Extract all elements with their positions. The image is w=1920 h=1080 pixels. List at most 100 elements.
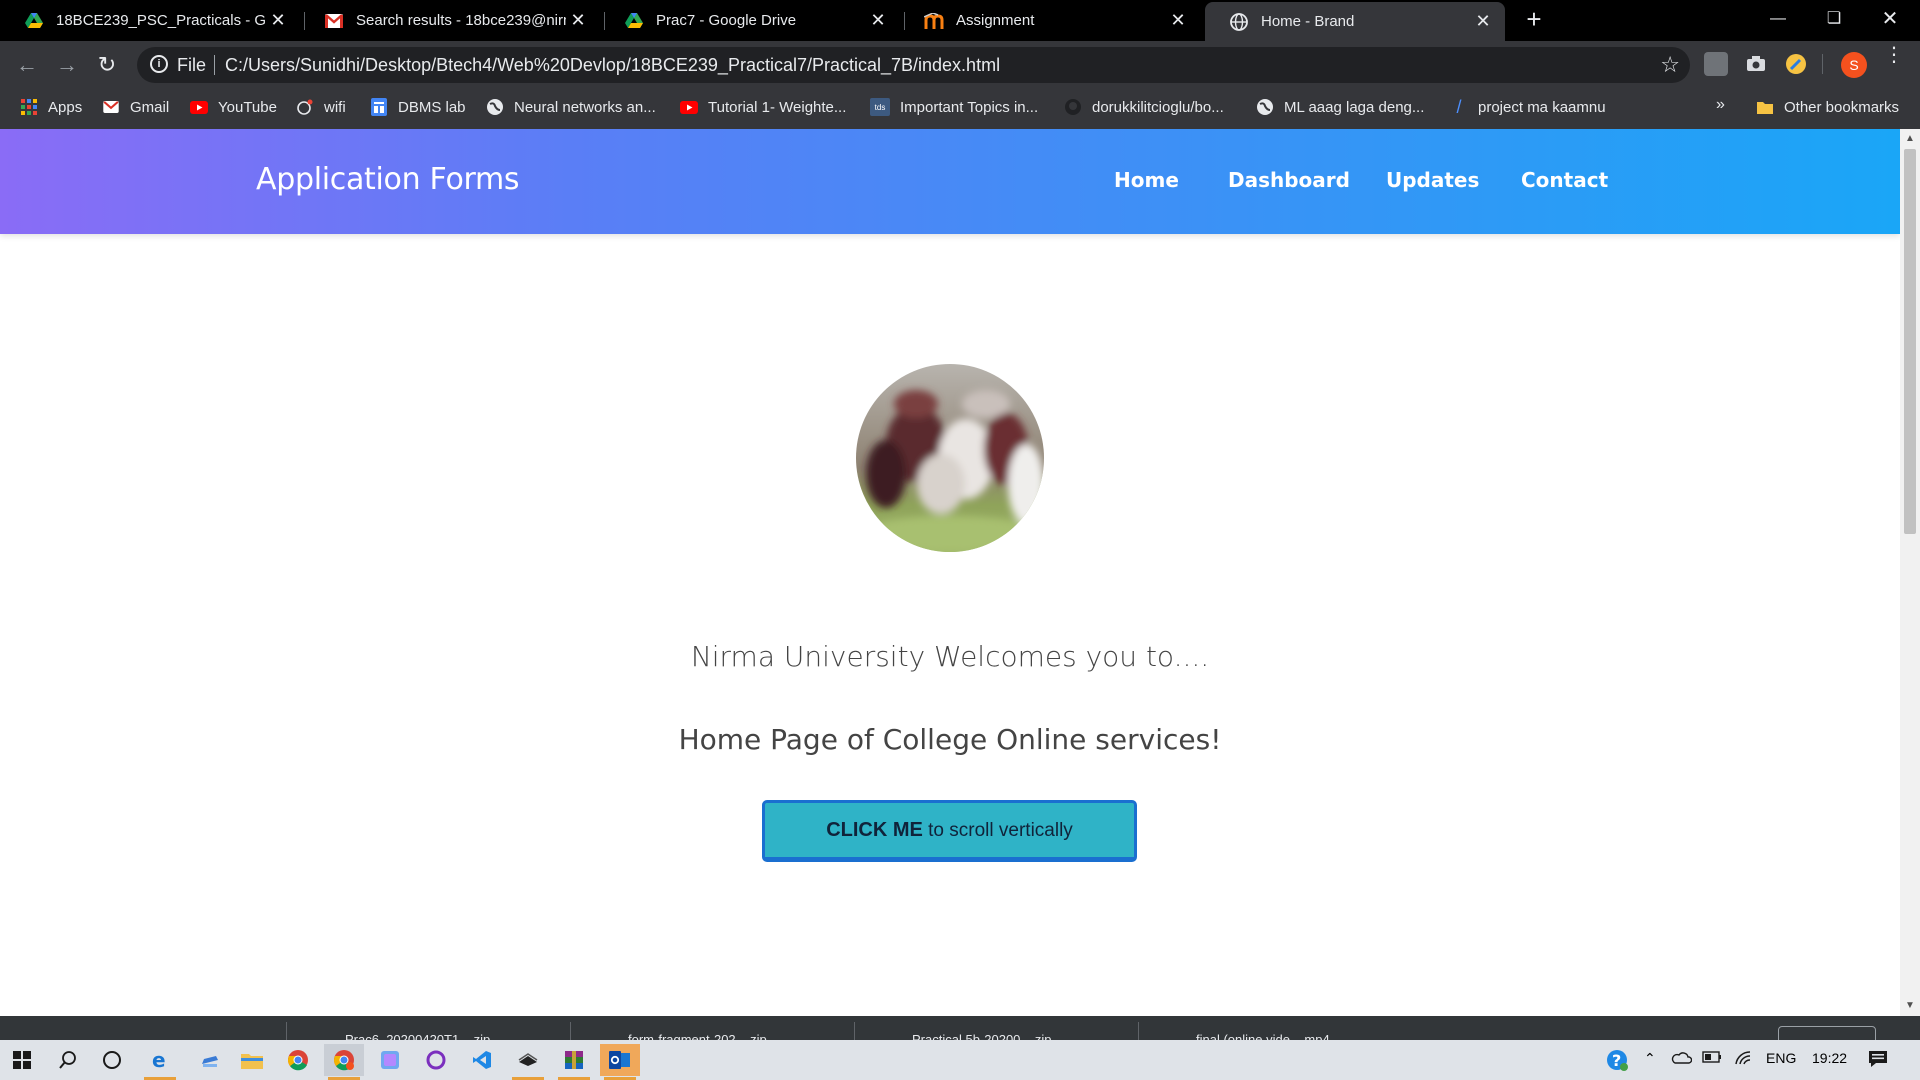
browser-tab[interactable]: Search results - 18bce239@nirma ✕ [300,0,600,41]
nav-updates[interactable]: Updates [1386,168,1479,192]
bookmark-label: Important Topics in... [900,98,1039,116]
site-brand[interactable]: Application Forms [256,162,520,197]
download-divider [286,1022,287,1040]
address-scheme-label: File [177,55,207,75]
browser-tab[interactable]: 18BCE239_PSC_Practicals - Goog ✕ [0,0,300,41]
tab-title: Search results - 18bce239@nirma [356,12,566,29]
bookmark-star-icon[interactable]: ☆ [1660,52,1680,78]
close-window-icon[interactable]: ✕ [1862,0,1918,38]
site-info-icon[interactable]: i [150,55,168,73]
search-icon[interactable] [48,1044,88,1076]
profile-avatar[interactable]: S [1841,52,1867,78]
minimize-icon[interactable]: — [1750,0,1806,38]
bookmark-github[interactable]: dorukkilitcioglu/bo... [1064,98,1224,116]
chrome-icon[interactable] [278,1044,318,1076]
windows-start-icon[interactable] [2,1044,42,1076]
clock[interactable]: 19:22 [1812,1050,1847,1066]
close-tab-icon[interactable]: ✕ [1471,11,1495,32]
bookmark-apps[interactable]: Apps [20,98,82,116]
bookmark-tutorial[interactable]: Tutorial 1- Weighte... [680,98,846,116]
globe-icon [1229,12,1249,32]
tab-title: Prac7 - Google Drive [656,12,797,29]
download-divider [854,1022,855,1040]
browser-tab-strip: 18BCE239_PSC_Practicals - Goog ✕ Search … [0,0,1920,41]
bookmark-ml[interactable]: ML aaag laga deng... [1256,98,1424,116]
show-hidden-icons-icon[interactable]: ⌃ [1644,1050,1656,1067]
browser-toolbar: ← → ↻ i File C:/Users/Sunidhi/Desktop/Bt… [0,41,1920,88]
browser-tab-active[interactable]: Home - Brand ✕ [1205,2,1505,41]
task-view-icon[interactable] [92,1044,132,1076]
nav-dashboard[interactable]: Dashboard [1228,168,1350,192]
file-explorer-icon[interactable] [232,1044,272,1076]
scrollbar-thumb[interactable] [1904,149,1916,534]
outlook-icon[interactable] [600,1044,640,1080]
svg-text:e: e [152,1049,166,1071]
cta-bold-label: CLICK ME [826,819,923,841]
welcome-text: Nirma University Welcomes you to.... [690,640,1210,673]
chrome-profile-icon[interactable] [324,1044,364,1080]
cta-label: to scroll vertically [922,820,1073,841]
wifi-icon[interactable] [1734,1050,1754,1069]
app-icon[interactable] [370,1044,410,1076]
browser-tab[interactable]: Prac7 - Google Drive ✕ [600,0,900,41]
new-tab-icon[interactable]: + [1520,6,1548,34]
extension-icon[interactable] [1704,52,1728,76]
other-bookmarks[interactable]: Other bookmarks [1756,98,1899,116]
bookmark-neural-networks[interactable]: Neural networks an... [486,98,656,116]
battery-icon[interactable] [1702,1050,1722,1066]
bookmark-label: wifi [324,98,346,116]
bookmark-label: Apps [48,98,83,116]
download-item[interactable]: final (online vide....mp4 [1196,1032,1330,1040]
language-indicator[interactable]: ENG [1766,1050,1796,1066]
onedrive-icon[interactable] [1670,1050,1693,1067]
show-all-downloads-button[interactable] [1778,1026,1876,1040]
close-tab-icon[interactable]: ✕ [1166,10,1190,31]
page-scrollbar[interactable]: ▲ ▼ [1900,129,1920,1016]
close-tab-icon[interactable]: ✕ [266,10,290,31]
reload-icon[interactable]: ↻ [92,50,122,80]
restore-icon[interactable]: ❏ [1806,0,1862,38]
bookmark-label: dorukkilitcioglu/bo... [1092,98,1224,116]
pen-extension-icon[interactable] [1784,52,1808,76]
bookmark-project[interactable]: / project ma kaamnu [1450,96,1605,117]
bookmark-dbms-lab[interactable]: DBMS lab [370,98,466,116]
chrome-menu-icon[interactable]: ⋮ [1884,45,1904,65]
forward-arrow-icon[interactable]: → [52,50,82,80]
address-bar[interactable]: i File C:/Users/Sunidhi/Desktop/Btech4/W… [137,47,1690,83]
bookmarks-overflow-button[interactable]: » [1716,96,1725,114]
winrar-icon[interactable] [554,1044,594,1080]
store-icon[interactable] [190,1044,230,1076]
camera-extension-icon[interactable] [1744,52,1768,76]
slash-icon: / [1456,96,1462,117]
youtube-icon [190,98,208,116]
bookmark-label: YouTube [218,98,277,116]
browser-tab[interactable]: Assignment ✕ [900,0,1200,41]
cortana-app-icon[interactable] [416,1044,456,1076]
bookmark-important-topics[interactable]: tds Important Topics in... [870,98,1038,116]
help-icon[interactable]: ? [1597,1044,1637,1076]
scroll-down-arrow-icon[interactable]: ▼ [1900,998,1920,1014]
address-url[interactable]: C:/Users/Sunidhi/Desktop/Btech4/Web%20De… [225,55,1000,76]
bookmark-youtube[interactable]: YouTube [190,98,277,116]
bookmark-label: Neural networks an... [514,98,656,116]
terminal-icon[interactable] [508,1044,548,1080]
apps-grid-icon [20,98,38,116]
bookmark-wifi[interactable]: wifi [296,98,346,116]
bookmark-gmail[interactable]: Gmail [102,98,169,116]
close-tab-icon[interactable]: ✕ [566,10,590,31]
close-tab-icon[interactable]: ✕ [866,10,890,31]
bookmark-label: Tutorial 1- Weighte... [708,98,847,116]
notifications-icon[interactable] [1868,1050,1888,1071]
scroll-cta-button[interactable]: CLICK ME to scroll vertically [762,800,1137,862]
edge-icon[interactable]: e [140,1044,180,1080]
nav-contact[interactable]: Contact [1521,168,1608,192]
download-item[interactable]: Prac6_20200420T1....zip [345,1032,490,1040]
back-arrow-icon[interactable]: ← [12,50,42,80]
scroll-up-arrow-icon[interactable]: ▲ [1900,131,1920,147]
vscode-icon[interactable] [462,1044,502,1076]
svg-text:?: ? [1612,1051,1621,1070]
download-item[interactable]: Practical 5b-20200....zip [912,1032,1051,1040]
youtube-icon [680,98,698,116]
download-item[interactable]: form-fragment-202....zip [628,1032,767,1040]
nav-home[interactable]: Home [1114,168,1179,192]
